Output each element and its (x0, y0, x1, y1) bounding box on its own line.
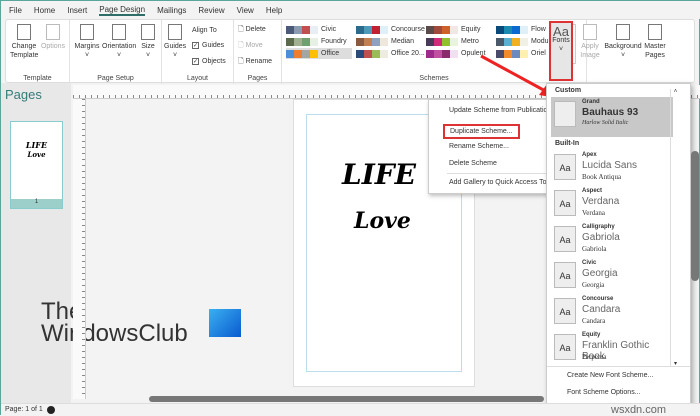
menu-duplicate-scheme[interactable]: Duplicate Scheme... (443, 124, 520, 139)
custom-header: Custom (555, 87, 582, 94)
font-scheme-concourse[interactable]: Aa Concourse Candara Candara (551, 294, 669, 334)
font-preview-icon: Aa (554, 262, 576, 288)
site-watermark: wsxdn.com (611, 404, 667, 416)
record-icon (47, 406, 55, 414)
font-preview-icon: Aa (554, 298, 576, 324)
font-preview-icon: Aa (554, 154, 576, 180)
status-bar: Page: 1 of 1 wsxdn.com (1, 403, 700, 416)
fonts-scrollbar[interactable]: ˄ ▾ (670, 89, 680, 367)
font-scheme-apex[interactable]: Aa Apex Lucida Sans Book Antiqua (551, 150, 669, 190)
menu-delete-scheme[interactable]: Delete Scheme (449, 160, 497, 167)
page-count: Page: 1 of 1 (5, 406, 43, 413)
font-preview-icon (554, 101, 576, 127)
builtin-header: Built-In (555, 140, 580, 147)
font-scheme-options[interactable]: Font Scheme Options... (567, 389, 641, 396)
create-font-scheme[interactable]: Create New Font Scheme... (567, 372, 653, 379)
font-preview-icon: Aa (554, 190, 576, 216)
font-scheme-equity[interactable]: Aa Equity Franklin Gothic Book Perpetua (551, 330, 669, 370)
font-scheme-grand[interactable]: Grand Bauhaus 93 Harlow Solid Italic (551, 97, 673, 137)
font-scheme-civic[interactable]: Aa Civic Georgia Georgia (551, 258, 669, 298)
font-preview-icon: Aa (554, 226, 576, 252)
menu-rename-scheme[interactable]: Rename Scheme... (449, 143, 509, 150)
font-preview-icon: Aa (554, 334, 576, 360)
vertical-scrollbar[interactable] (691, 151, 699, 281)
fonts-dropdown: Custom Grand Bauhaus 93 Harlow Solid Ita… (546, 83, 691, 406)
font-scheme-calligraphy[interactable]: Aa Calligraphy Gabriola Gabriola (551, 222, 669, 262)
font-scheme-aspect[interactable]: Aa Aspect Verdana Verdana (551, 186, 669, 226)
horizontal-scrollbar[interactable] (149, 396, 544, 402)
